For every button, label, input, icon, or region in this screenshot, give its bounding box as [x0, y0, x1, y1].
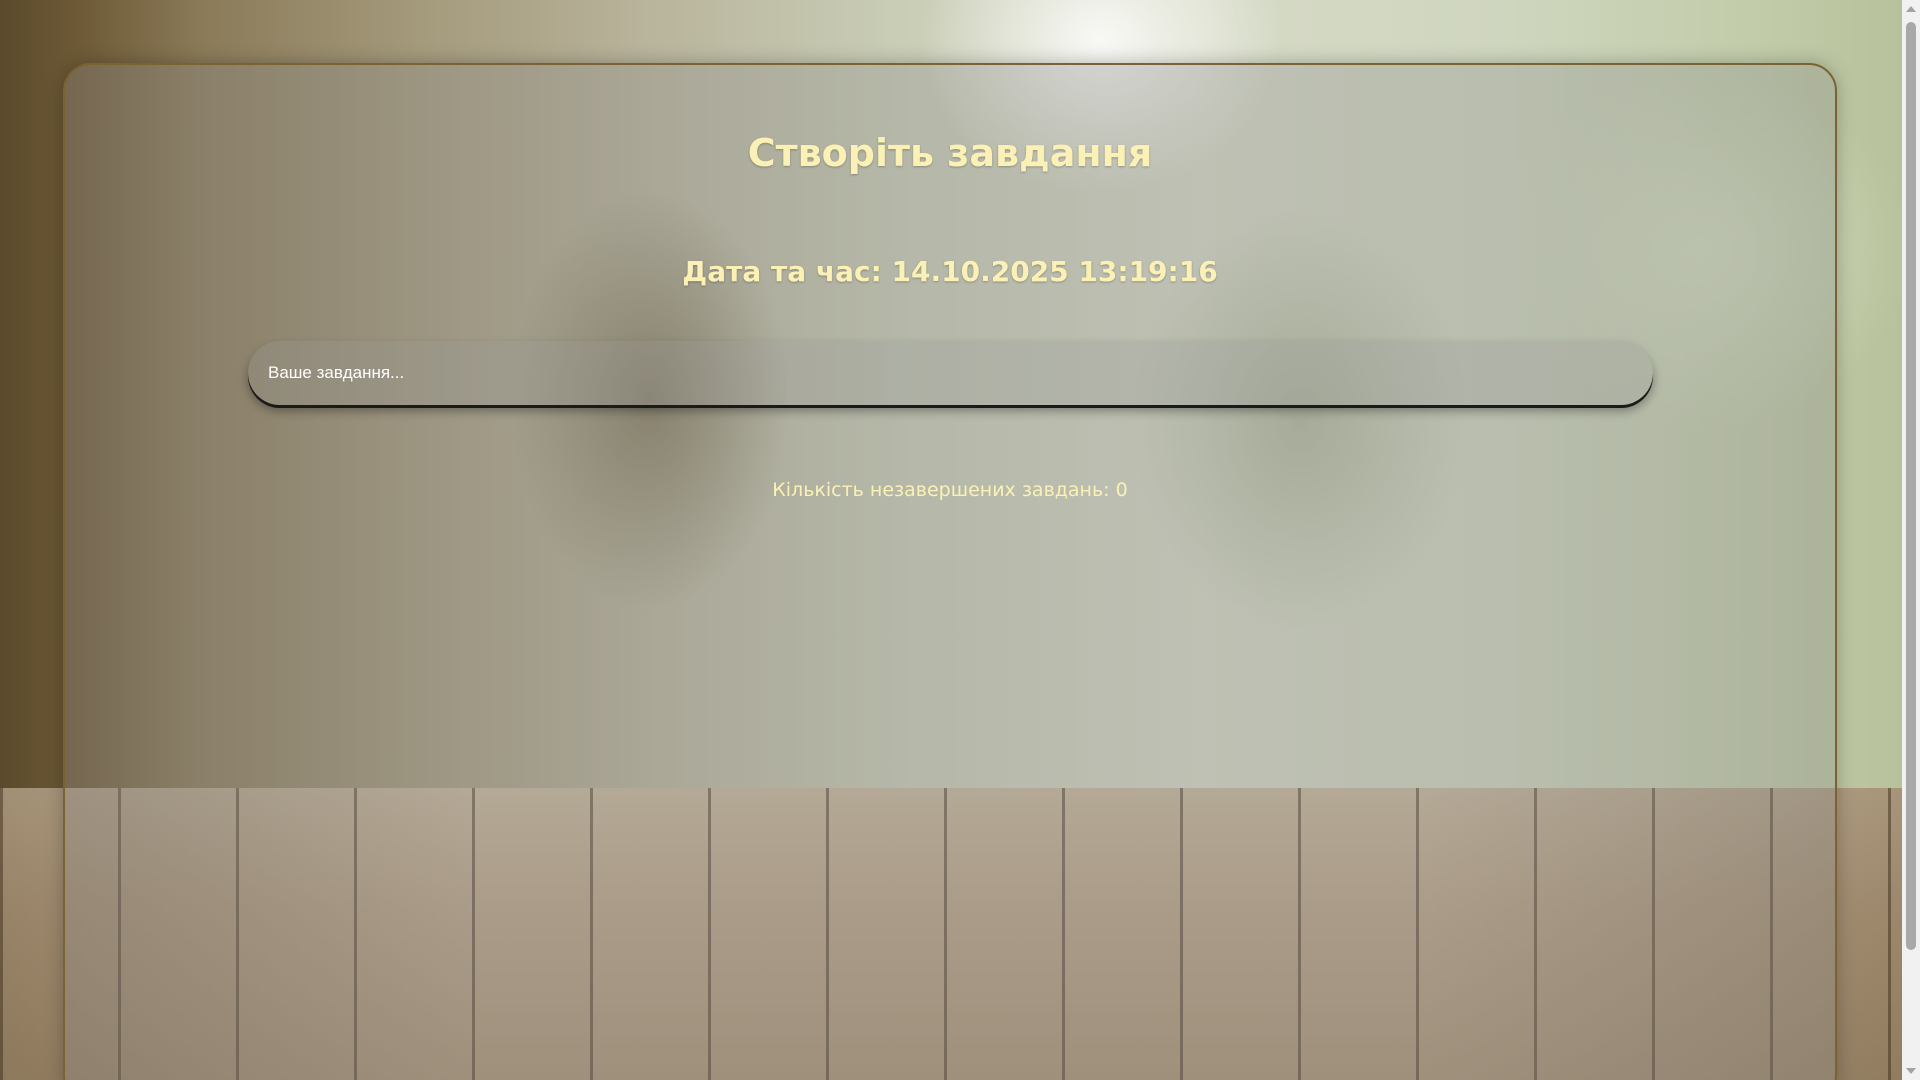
- pending-tasks-counter: Кількість незавершених завдань: 0: [772, 479, 1128, 501]
- date-time-display: Дата та час: 14.10.2025 13:19:16: [682, 255, 1218, 288]
- page-viewport: Створіть завдання Дата та час: 14.10.202…: [0, 0, 1902, 1080]
- scroll-down-arrow-icon[interactable]: [1906, 1068, 1916, 1074]
- scroll-up-arrow-icon[interactable]: [1906, 6, 1916, 12]
- task-input[interactable]: [248, 341, 1653, 405]
- vertical-scrollbar[interactable]: [1902, 0, 1920, 1080]
- scrollbar-thumb[interactable]: [1906, 22, 1916, 950]
- todo-card: Створіть завдання Дата та час: 14.10.202…: [63, 63, 1837, 1080]
- page-title: Створіть завдання: [747, 131, 1153, 175]
